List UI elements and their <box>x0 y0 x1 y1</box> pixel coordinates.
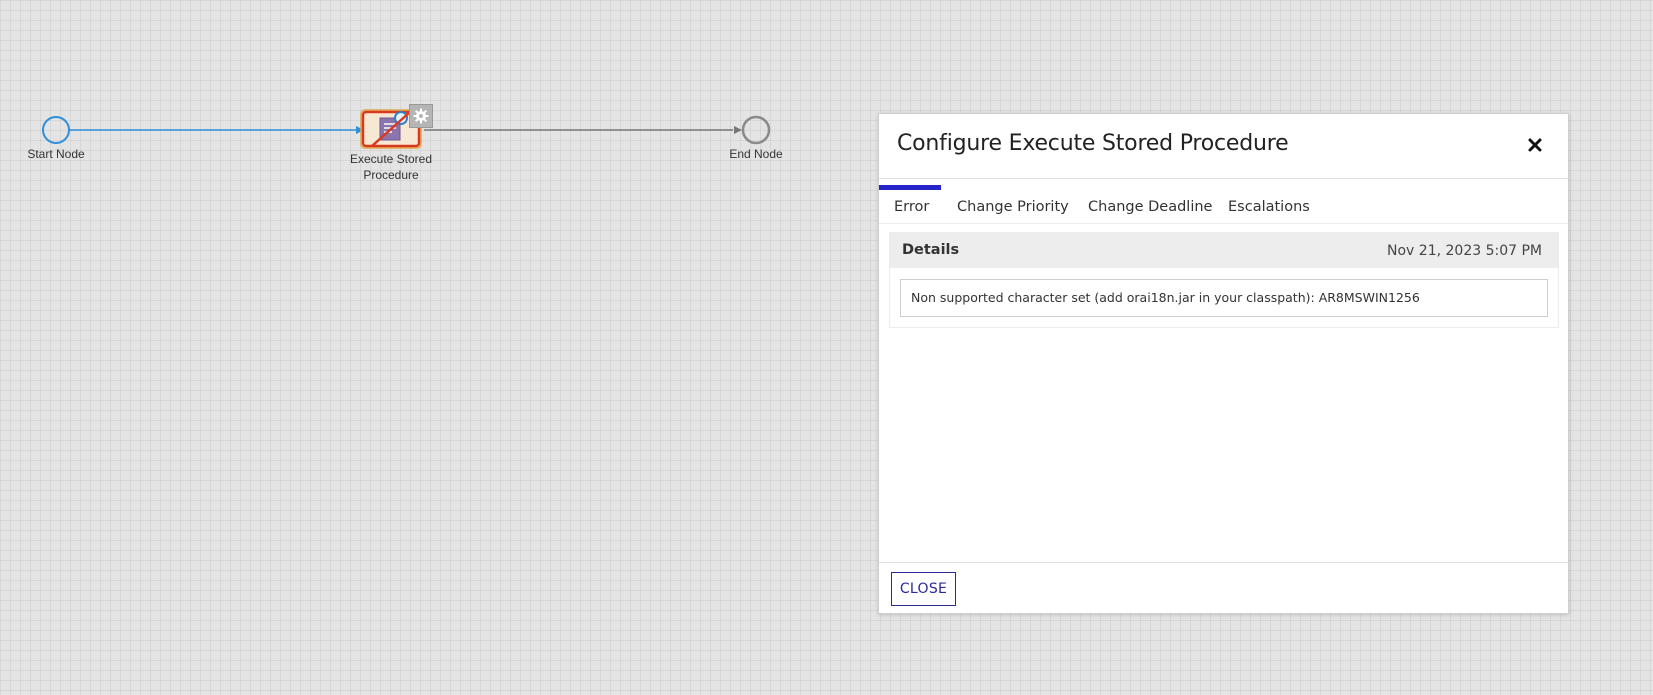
dialog-tabs: Error Change Priority Change Deadline Es… <box>879 185 1568 224</box>
error-message: Non supported character set (add orai18n… <box>911 290 1420 305</box>
dialog-title: Configure Execute Stored Procedure <box>897 131 1289 156</box>
end-node[interactable] <box>741 115 771 145</box>
task-node-label-line1: Execute Stored <box>349 152 433 166</box>
details-timestamp: Nov 21, 2023 5:07 PM <box>1387 243 1542 259</box>
error-message-box: Non supported character set (add orai18n… <box>900 279 1548 317</box>
details-header: Details Nov 21, 2023 5:07 PM <box>890 233 1558 268</box>
node-settings-button[interactable] <box>409 104 433 128</box>
tab-error[interactable]: Error <box>879 185 941 223</box>
tab-escalations[interactable]: Escalations <box>1228 185 1310 223</box>
close-button[interactable]: CLOSE <box>891 572 956 606</box>
start-node-label: Start Node <box>27 147 85 161</box>
close-icon[interactable] <box>1524 134 1546 156</box>
end-node-label: End Node <box>729 147 783 161</box>
task-node-label: Execute Stored Procedure <box>340 151 442 183</box>
details-title: Details <box>902 242 960 258</box>
dialog-header: Configure Execute Stored Procedure <box>879 114 1568 179</box>
dialog-footer: CLOSE <box>879 562 1568 613</box>
gear-icon <box>413 108 429 124</box>
configure-node-dialog: Configure Execute Stored Procedure Error… <box>878 113 1569 614</box>
tab-change-deadline[interactable]: Change Deadline <box>1088 185 1212 223</box>
task-node-label-line2: Procedure <box>363 168 419 182</box>
tab-change-priority[interactable]: Change Priority <box>957 185 1069 223</box>
connector-end-arrowhead <box>734 126 742 134</box>
details-panel: Details Nov 21, 2023 5:07 PM Non support… <box>889 232 1559 328</box>
start-node[interactable] <box>42 116 70 144</box>
